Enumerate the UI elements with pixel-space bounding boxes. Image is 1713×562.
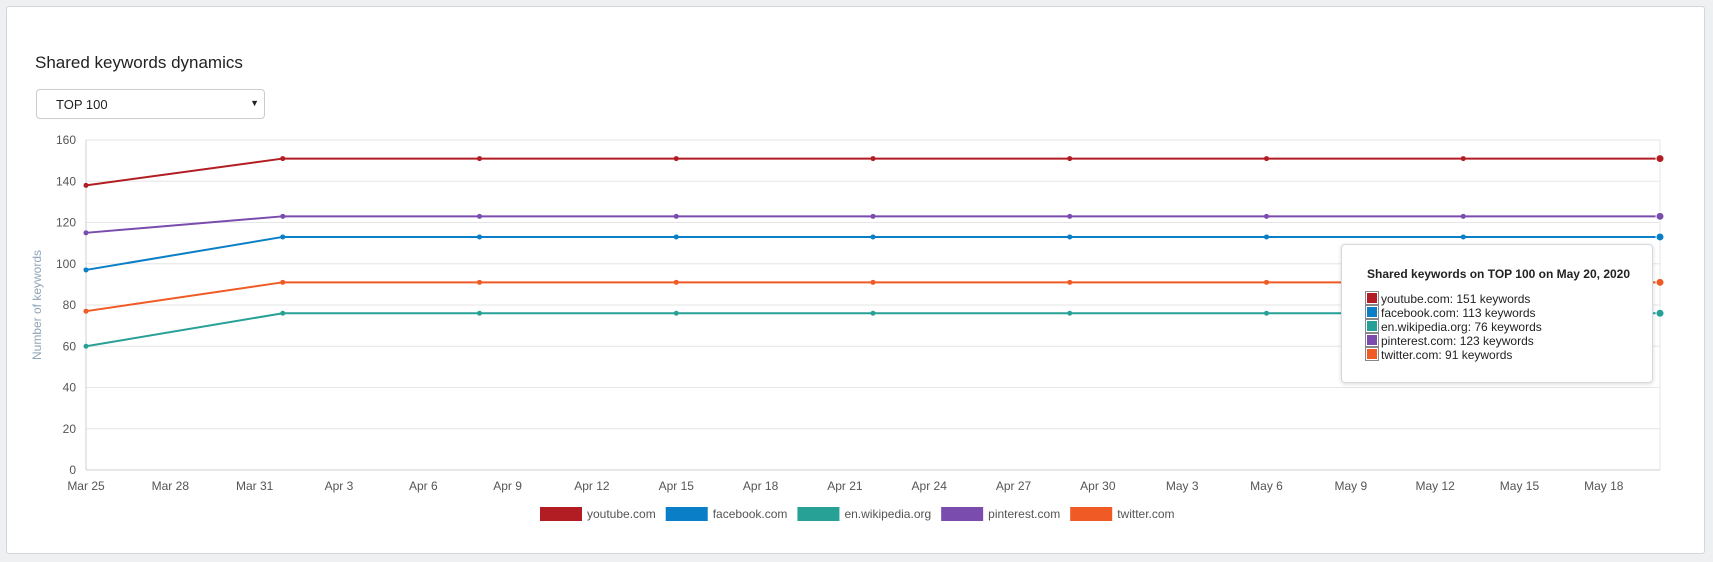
- x-tick-label: May 6: [1250, 479, 1283, 493]
- y-tick-label: 20: [63, 422, 77, 436]
- legend-label: twitter.com: [1117, 507, 1174, 521]
- y-tick-label: 60: [63, 339, 77, 353]
- x-tick-label: Apr 21: [827, 479, 863, 493]
- data-point: [1067, 234, 1073, 240]
- tooltip-row: pinterest.com: 123 keywords: [1365, 333, 1534, 348]
- data-point: [280, 234, 286, 240]
- tooltip-row-label: youtube.com: 151 keywords: [1381, 292, 1531, 306]
- tooltip-row: youtube.com: 151 keywords: [1365, 291, 1531, 306]
- data-point: [477, 279, 482, 285]
- tooltip-row: twitter.com: 91 keywords: [1365, 347, 1513, 362]
- data-point: [1067, 279, 1073, 285]
- x-tick-label: May 18: [1584, 479, 1624, 493]
- x-tick-label: Apr 3: [325, 479, 354, 493]
- x-tick-label: May 15: [1500, 479, 1540, 493]
- data-point: [673, 310, 679, 316]
- legend-swatch: [797, 507, 840, 521]
- legend-label: facebook.com: [713, 507, 788, 521]
- tooltip-swatch: [1365, 333, 1379, 347]
- x-tick-label: Apr 15: [659, 479, 695, 493]
- x-tick-label: Mar 25: [67, 479, 105, 493]
- data-point: [280, 213, 286, 219]
- data-point: [280, 279, 286, 285]
- x-tick-label: Apr 24: [912, 479, 948, 493]
- data-point: [477, 310, 482, 316]
- x-tick-label: Apr 6: [409, 479, 438, 493]
- legend-swatch: [941, 507, 984, 521]
- x-tick-label: Mar 31: [236, 479, 274, 493]
- data-point: [1067, 156, 1073, 162]
- legend-swatch: [665, 507, 708, 521]
- legend-label: youtube.com: [587, 507, 656, 521]
- data-point: [870, 213, 876, 219]
- data-point: [83, 230, 89, 236]
- chart-tooltip: Shared keywords on TOP 100 on May 20, 20…: [1341, 244, 1653, 383]
- legend-label: en.wikipedia.org: [844, 507, 931, 521]
- tooltip-swatch: [1365, 319, 1379, 333]
- data-point: [1460, 213, 1466, 219]
- data-point: [1264, 156, 1269, 162]
- tooltip-row-label: facebook.com: 113 keywords: [1381, 306, 1536, 320]
- data-point: [477, 234, 482, 240]
- x-tick-label: Mar 28: [152, 479, 190, 493]
- data-point: [673, 156, 679, 162]
- data-point: [1655, 277, 1665, 287]
- data-point: [870, 156, 876, 162]
- tooltip-swatch: [1365, 305, 1379, 319]
- data-point: [870, 310, 876, 316]
- data-point: [83, 308, 89, 314]
- data-point: [1655, 154, 1665, 164]
- legend-label: pinterest.com: [988, 507, 1060, 521]
- y-tick-label: 80: [63, 298, 77, 312]
- data-point: [1655, 211, 1665, 221]
- data-point: [1460, 156, 1466, 162]
- data-point: [673, 234, 679, 240]
- tooltip-row: en.wikipedia.org: 76 keywords: [1365, 319, 1542, 334]
- data-point: [83, 343, 89, 349]
- data-point: [1264, 279, 1269, 285]
- x-tick-label: Apr 9: [493, 479, 522, 493]
- legend-swatch: [1070, 507, 1113, 521]
- data-point: [1655, 232, 1665, 242]
- y-tick-label: 40: [63, 381, 77, 395]
- x-tick-label: Apr 30: [1080, 479, 1116, 493]
- data-point: [477, 213, 482, 219]
- data-point: [1655, 308, 1665, 318]
- x-tick-label: Apr 12: [574, 479, 610, 493]
- data-point: [280, 156, 286, 162]
- y-tick-label: 140: [56, 174, 76, 188]
- data-point: [1264, 310, 1269, 316]
- x-tick-label: May 12: [1415, 479, 1455, 493]
- x-tick-label: Apr 27: [996, 479, 1032, 493]
- data-point: [1460, 234, 1466, 240]
- data-point: [1067, 213, 1073, 219]
- data-point: [870, 279, 876, 285]
- tooltip-row-label: en.wikipedia.org: 76 keywords: [1381, 320, 1542, 334]
- data-point: [83, 267, 89, 273]
- data-point: [673, 279, 679, 285]
- data-point: [870, 234, 876, 240]
- tooltip-row-label: twitter.com: 91 keywords: [1381, 348, 1513, 362]
- data-point: [1264, 234, 1269, 240]
- data-point: [673, 213, 679, 219]
- data-point: [280, 310, 286, 316]
- tooltip-row: facebook.com: 113 keywords: [1365, 305, 1536, 320]
- tooltip-row-label: pinterest.com: 123 keywords: [1381, 334, 1534, 348]
- y-axis-label: Number of keywords: [30, 250, 44, 360]
- data-point: [1067, 310, 1073, 316]
- tooltip-title: Shared keywords on TOP 100 on May 20, 20…: [1367, 267, 1631, 281]
- data-point: [477, 156, 482, 162]
- legend-swatch: [540, 507, 582, 521]
- data-point: [83, 182, 89, 188]
- x-tick-label: May 3: [1166, 479, 1199, 493]
- y-tick-label: 120: [56, 216, 76, 230]
- y-tick-label: 0: [69, 463, 76, 477]
- x-tick-label: Apr 18: [743, 479, 779, 493]
- tooltip-swatch: [1365, 347, 1379, 361]
- x-tick-label: May 9: [1334, 479, 1367, 493]
- y-tick-label: 160: [56, 133, 76, 147]
- data-point: [1264, 213, 1269, 219]
- tooltip-swatch: [1365, 291, 1379, 305]
- y-tick-label: 100: [56, 257, 76, 271]
